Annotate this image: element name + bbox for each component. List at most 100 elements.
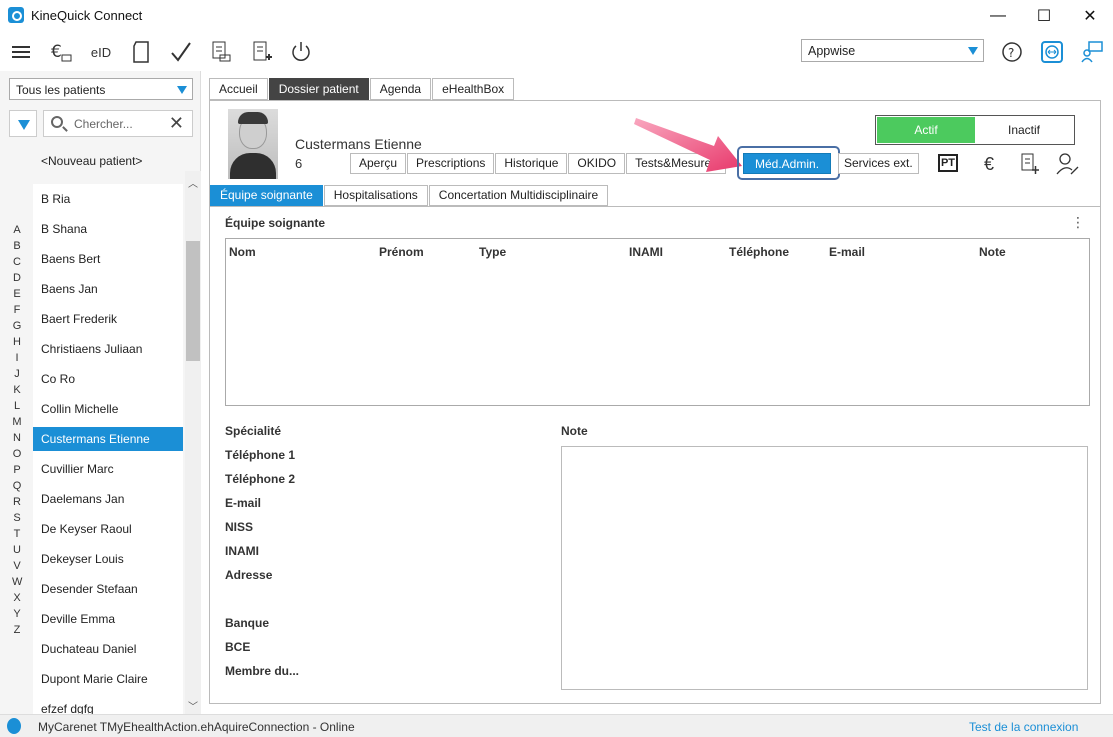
table-column-header[interactable]: E-mail: [829, 245, 865, 259]
alpha-index-letter[interactable]: R: [12, 496, 22, 508]
alpha-index-letter[interactable]: S: [12, 512, 22, 524]
minimize-button[interactable]: —: [975, 0, 1021, 31]
alpha-index-letter[interactable]: M: [12, 416, 22, 428]
patient-subtab[interactable]: OKIDO: [568, 153, 626, 174]
patient-list-item[interactable]: Baens Bert: [33, 244, 183, 274]
alpha-index-letter[interactable]: V: [12, 560, 22, 572]
alpha-index-letter[interactable]: T: [12, 528, 22, 540]
care-tab[interactable]: Concertation Multidisciplinaire: [428, 185, 609, 206]
maximize-button[interactable]: ☐: [1021, 0, 1067, 31]
organization-select[interactable]: Appwise: [801, 39, 984, 62]
scroll-thumb[interactable]: [186, 241, 200, 361]
clear-search-icon[interactable]: ✕: [169, 113, 184, 134]
alpha-index-letter[interactable]: K: [12, 384, 22, 396]
patient-list-item[interactable]: Dekeyser Louis: [33, 544, 183, 574]
alpha-index-letter[interactable]: H: [12, 336, 22, 348]
new-patient-item[interactable]: <Nouveau patient>: [41, 154, 142, 168]
table-column-header[interactable]: INAMI: [629, 245, 663, 259]
main-tab[interactable]: eHealthBox: [432, 78, 515, 100]
patient-list-item[interactable]: Cuvillier Marc: [33, 454, 183, 484]
table-column-header[interactable]: Téléphone: [729, 245, 789, 259]
care-tab[interactable]: Équipe soignante: [210, 185, 323, 206]
chat-support-icon[interactable]: [1079, 39, 1105, 65]
alpha-index-letter[interactable]: Y: [12, 608, 22, 620]
care-tab[interactable]: Hospitalisations: [323, 185, 428, 206]
table-column-header[interactable]: Prénom: [379, 245, 424, 259]
alpha-index-letter[interactable]: G: [12, 320, 22, 332]
patient-subtab[interactable]: Aperçu: [350, 153, 407, 174]
table-column-header[interactable]: Type: [479, 245, 506, 259]
power-icon[interactable]: [288, 39, 314, 65]
eid-icon[interactable]: eID: [88, 39, 114, 65]
table-column-header[interactable]: Nom: [229, 245, 256, 259]
user-edit-icon[interactable]: [1056, 152, 1080, 176]
remote-icon[interactable]: [1039, 39, 1065, 65]
euro-icon[interactable]: €: [977, 152, 1001, 176]
patient-list-item[interactable]: De Keyser Raoul: [33, 514, 183, 544]
invoice-add-icon[interactable]: [1017, 152, 1041, 176]
patient-list-item[interactable]: Duchateau Daniel: [33, 634, 183, 664]
alpha-index-letter[interactable]: B: [12, 240, 22, 252]
table-column-header[interactable]: Note: [979, 245, 1006, 259]
alpha-index-letter[interactable]: X: [12, 592, 22, 604]
status-toggle[interactable]: Actif Inactif: [875, 115, 1075, 145]
alpha-index-letter[interactable]: N: [12, 432, 22, 444]
filter-toggle-icon[interactable]: [9, 110, 37, 137]
scroll-down-icon[interactable]: ﹀: [188, 698, 198, 713]
patient-list-item[interactable]: Desender Stefaan: [33, 574, 183, 604]
alpha-index-letter[interactable]: C: [12, 256, 22, 268]
alpha-index-letter[interactable]: A: [12, 224, 22, 236]
patient-list-item[interactable]: Baens Jan: [33, 274, 183, 304]
alpha-index-letter[interactable]: I: [12, 352, 22, 364]
patient-list-item[interactable]: Dupont Marie Claire: [33, 664, 183, 694]
tab-services-ext[interactable]: Services ext.: [838, 153, 919, 174]
check-icon[interactable]: [168, 39, 194, 65]
patient-filter-select[interactable]: Tous les patients: [9, 78, 193, 100]
alpha-index-letter[interactable]: L: [12, 400, 22, 412]
tab-med-admin[interactable]: Méd.Admin.: [743, 153, 832, 174]
note-textarea[interactable]: [561, 446, 1088, 690]
invoice-icon[interactable]: [208, 39, 234, 65]
more-options-icon[interactable]: ⋮: [1071, 214, 1085, 231]
search-input[interactable]: Chercher...: [74, 117, 133, 131]
document-icon[interactable]: [128, 39, 154, 65]
patient-list-item[interactable]: B Shana: [33, 214, 183, 244]
alpha-index-letter[interactable]: Z: [12, 624, 22, 636]
alpha-index-letter[interactable]: W: [12, 576, 22, 588]
care-tabs: Équipe soignante Hospitalisations Concerta…: [210, 185, 609, 206]
alpha-index-letter[interactable]: Q: [12, 480, 22, 492]
care-team-table[interactable]: Nom Prénom Type INAMI Téléphone E-mail Note: [225, 238, 1090, 406]
patient-list-item[interactable]: Co Ro: [33, 364, 183, 394]
main-tab[interactable]: Accueil: [209, 78, 268, 100]
close-button[interactable]: ✕: [1067, 0, 1113, 31]
patient-list-item[interactable]: Collin Michelle: [33, 394, 183, 424]
patient-list-item[interactable]: Baert Frederik: [33, 304, 183, 334]
alpha-index-letter[interactable]: E: [12, 288, 22, 300]
patient-subtab[interactable]: Prescriptions: [407, 153, 495, 174]
alpha-index-letter[interactable]: J: [12, 368, 22, 380]
alpha-index-letter[interactable]: O: [12, 448, 22, 460]
help-icon[interactable]: ?: [999, 39, 1025, 65]
patient-list-item[interactable]: B Ria: [33, 184, 183, 214]
receipt-icon[interactable]: [248, 39, 274, 65]
test-connection-link[interactable]: Test de la connexion: [969, 720, 1078, 734]
euro-bank-icon[interactable]: €: [48, 39, 74, 65]
patient-list-item[interactable]: Custermans Etienne: [33, 427, 183, 451]
main-tab[interactable]: Dossier patient: [268, 78, 369, 100]
menu-icon[interactable]: [8, 39, 34, 65]
patient-list-item[interactable]: Deville Emma: [33, 604, 183, 634]
scroll-up-icon[interactable]: ︿: [188, 175, 198, 190]
patient-search[interactable]: Chercher... ✕: [43, 110, 193, 137]
patient-subtab[interactable]: Historique: [495, 153, 568, 174]
alpha-index-letter[interactable]: P: [12, 464, 22, 476]
patient-list-item[interactable]: Daelemans Jan: [33, 484, 183, 514]
alpha-index-letter[interactable]: U: [12, 544, 22, 556]
alpha-index-letter[interactable]: F: [12, 304, 22, 316]
patient-list-scrollbar[interactable]: ︿ ﹀: [185, 171, 201, 714]
alpha-index-letter[interactable]: D: [12, 272, 22, 284]
patient-list-item[interactable]: Christiaens Juliaan: [33, 334, 183, 364]
pt-icon[interactable]: PT: [938, 154, 958, 172]
status-inactive-option[interactable]: Inactif: [975, 117, 1073, 143]
status-active-option[interactable]: Actif: [877, 117, 975, 143]
main-tab[interactable]: Agenda: [369, 78, 432, 100]
